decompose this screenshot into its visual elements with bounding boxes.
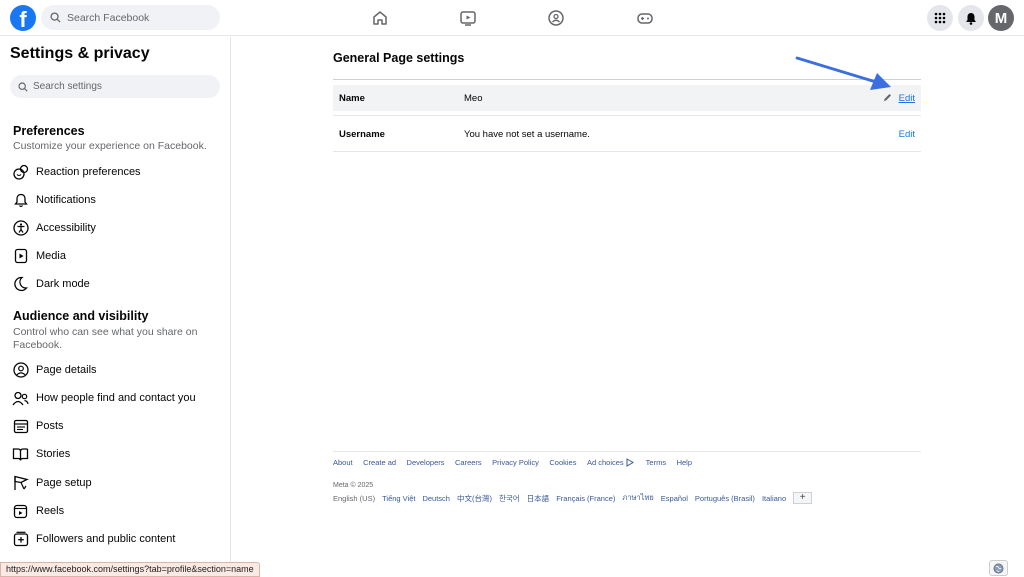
sidebar-item-label: Followers and public content [36, 533, 176, 545]
reels-icon [12, 503, 29, 520]
sidebar-item-dark-mode[interactable]: Dark mode [12, 273, 222, 295]
plus-box-icon [12, 531, 29, 548]
browser-status-url: https://www.facebook.com/settings?tab=pr… [0, 562, 260, 577]
sidebar-item-label: How people find and contact you [36, 392, 196, 404]
bell-icon [12, 192, 29, 209]
sidebar-item-label: Accessibility [36, 222, 96, 234]
media-icon [12, 248, 29, 265]
footer-links: About Create ad Developers Careers Priva… [333, 458, 703, 467]
sidebar-item-label: Media [36, 250, 66, 262]
sidebar-item-page-setup[interactable]: Page setup [12, 472, 222, 494]
row-label: Username [339, 128, 385, 140]
more-languages-button[interactable]: + [793, 492, 813, 504]
edit-username-button[interactable]: Edit [899, 129, 915, 140]
menu-button[interactable] [927, 5, 953, 31]
sidebar-item-label: Dark mode [36, 278, 90, 290]
accessibility-icon [12, 220, 29, 237]
language-link[interactable]: ภาษาไทย [622, 492, 653, 504]
copyright: Meta © 2025 [333, 482, 374, 489]
page-title: General Page settings [333, 51, 465, 65]
video-icon[interactable] [459, 9, 477, 27]
sidebar-item-label: Page details [36, 364, 97, 376]
person-circle-icon [12, 362, 29, 379]
notifications-button[interactable] [958, 5, 984, 31]
edit-name-button[interactable]: Edit [899, 93, 915, 104]
facebook-logo[interactable]: f [10, 5, 36, 31]
sidebar-item-label: Reaction preferences [36, 166, 141, 178]
footer-link-careers[interactable]: Careers [455, 458, 482, 467]
sidebar-item-reels[interactable]: Reels [12, 500, 222, 522]
reaction-icon [12, 164, 29, 181]
settings-row-username: Username You have not set a username. Ed… [333, 121, 921, 147]
globe-icon [993, 563, 1004, 573]
footer-link-about[interactable]: About [333, 458, 353, 467]
language-link[interactable]: Deutsch [422, 494, 450, 503]
settings-search-placeholder: Search settings [33, 81, 102, 92]
search-icon [50, 12, 61, 23]
facebook-search-input[interactable]: Search Facebook [41, 5, 220, 30]
ad-choices-icon [626, 458, 634, 467]
language-link[interactable]: 日本語 [527, 493, 550, 504]
bell-icon [966, 12, 976, 25]
audience-heading: Audience and visibility [13, 309, 149, 323]
sidebar-item-page-details[interactable]: Page details [12, 359, 222, 381]
search-placeholder: Search Facebook [67, 11, 150, 24]
footer-link-cookies[interactable]: Cookies [549, 458, 576, 467]
language-list: English (US) Tiếng Việt Deutsch 中文(台灣) 한… [333, 492, 813, 504]
divider [333, 115, 921, 116]
groups-icon[interactable] [547, 9, 565, 27]
footer-divider [333, 451, 921, 452]
sidebar-item-accessibility[interactable]: Accessibility [12, 217, 222, 239]
sidebar-item-reaction-preferences[interactable]: Reaction preferences [12, 161, 222, 183]
divider [333, 151, 921, 152]
flag-icon [12, 475, 29, 492]
row-value: You have not set a username. [464, 128, 590, 140]
sidebar-item-media[interactable]: Media [12, 245, 222, 267]
sidebar-item-label: Page setup [36, 477, 92, 489]
preferences-heading: Preferences [13, 124, 85, 138]
sidebar-item-label: Notifications [36, 194, 96, 206]
footer-link-help[interactable]: Help [677, 458, 692, 467]
gaming-icon[interactable] [636, 9, 654, 27]
posts-icon [12, 418, 29, 435]
row-label: Name [339, 92, 365, 104]
footer-link-privacy-policy[interactable]: Privacy Policy [492, 458, 539, 467]
settings-sidebar: Settings & privacy Search settings Prefe… [0, 37, 231, 577]
language-link[interactable]: 中文(台灣) [457, 493, 492, 504]
preferences-description: Customize your experience on Facebook. [13, 140, 207, 152]
language-globe-button[interactable] [989, 560, 1008, 576]
audience-description: Control who can see what you share on Fa… [13, 326, 198, 351]
footer-link-create-ad[interactable]: Create ad [363, 458, 396, 467]
footer-link-developers[interactable]: Developers [407, 458, 445, 467]
language-link[interactable]: Tiếng Việt [382, 494, 415, 503]
book-icon [12, 446, 29, 463]
sidebar-item-find-and-contact[interactable]: How people find and contact you [12, 387, 222, 409]
language-link[interactable]: 한국어 [499, 493, 520, 504]
home-icon[interactable] [371, 9, 389, 27]
language-link[interactable]: Français (France) [556, 494, 615, 503]
profile-avatar[interactable]: M [988, 5, 1014, 31]
sidebar-item-stories[interactable]: Stories [12, 443, 222, 465]
sidebar-title: Settings & privacy [10, 45, 150, 62]
footer-link-ad-choices[interactable]: Ad choices [587, 458, 624, 467]
sidebar-item-label: Stories [36, 448, 71, 460]
moon-icon [12, 276, 29, 293]
people-icon [12, 390, 29, 407]
sidebar-item-label: Reels [36, 505, 65, 517]
footer-link-terms[interactable]: Terms [646, 458, 666, 467]
current-language: English (US) [333, 493, 376, 503]
language-link[interactable]: Español [661, 494, 688, 503]
language-link[interactable]: Italiano [762, 494, 786, 503]
sidebar-item-posts[interactable]: Posts [12, 415, 222, 437]
sidebar-item-followers[interactable]: Followers and public content [12, 528, 222, 550]
search-icon [18, 81, 28, 92]
annotation-arrow-icon [795, 56, 891, 90]
sidebar-item-notifications[interactable]: Notifications [12, 189, 222, 211]
top-navigation-bar: f Search Facebook M [0, 0, 1024, 36]
sidebar-item-label: Posts [36, 420, 64, 432]
language-link[interactable]: Português (Brasil) [695, 494, 755, 503]
settings-search-input[interactable]: Search settings [10, 75, 220, 98]
row-value: Meo [464, 92, 483, 104]
grid-menu-icon [934, 12, 946, 24]
